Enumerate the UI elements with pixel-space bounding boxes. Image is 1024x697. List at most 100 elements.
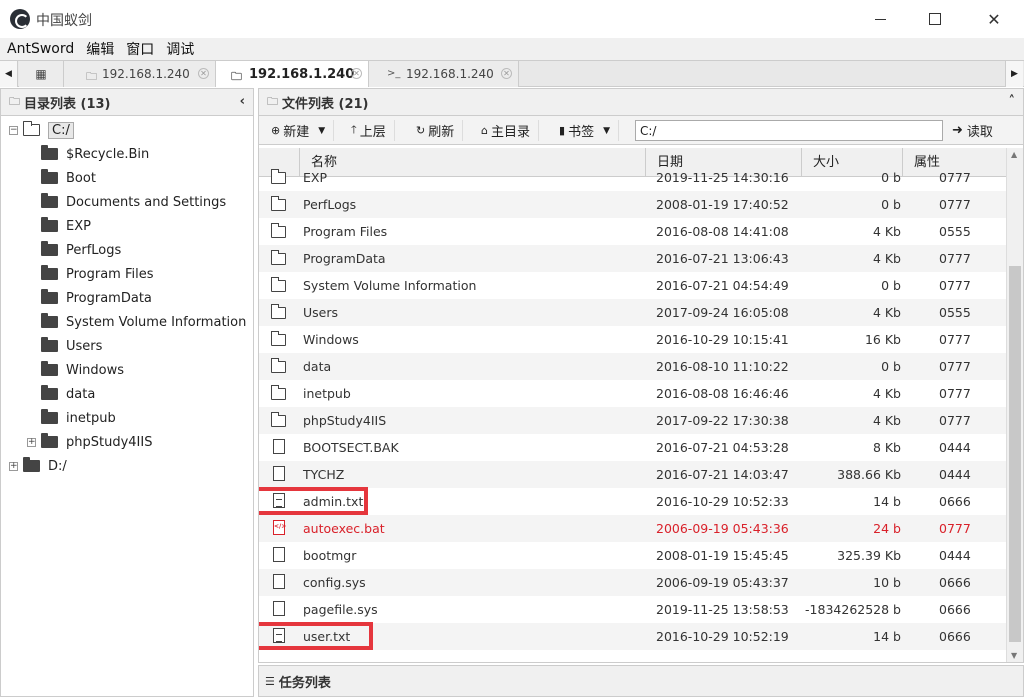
tree-item-label: $Recycle.Bin — [66, 146, 150, 162]
home-button[interactable]: ⌂ 主目录 — [473, 120, 539, 141]
home-icon: ⌂ — [481, 124, 488, 137]
file-row[interactable]: PerfLogs 2008-01-19 17:40:52 0 b 0777 — [259, 191, 1006, 218]
file-attr: 0777 — [939, 332, 971, 347]
refresh-button[interactable]: ↻ 刷新 — [408, 120, 464, 141]
folder-icon — [271, 412, 287, 428]
file-row[interactable]: EXP 2019-11-25 14:30:16 0 b 0777 — [259, 164, 1006, 191]
file-size: 0 b — [881, 170, 901, 185]
file-attr: 0666 — [939, 629, 971, 644]
task-panel-title: 任务列表 — [278, 675, 331, 691]
file-size: 0 b — [881, 197, 901, 212]
scroll-down-icon[interactable]: ▼ — [1011, 651, 1017, 660]
tree-collapse-icon[interactable]: − — [9, 126, 18, 135]
up-button[interactable]: 🡑 上层 — [343, 120, 395, 141]
task-panel[interactable]: ☰ 任务列表 — [258, 665, 1024, 697]
menu-bar: AntSword 编辑 窗口 调试 — [0, 38, 1024, 60]
file-date: 2016-08-08 14:41:08 — [656, 224, 789, 239]
tree-item[interactable]: System Volume Information — [41, 312, 246, 332]
tab-connection-1[interactable]: 🗀 192.168.1.240 ✕ — [64, 61, 216, 87]
tree-item[interactable]: ProgramData — [41, 288, 152, 308]
folder-icon — [41, 385, 58, 400]
menu-antsword[interactable]: AntSword — [7, 41, 74, 57]
file-panel-header: 🗀 文件列表 (21) ˄ — [259, 89, 1023, 116]
file-row[interactable]: phpStudy4IIS 2017-09-22 17:30:38 4 Kb 0777 — [259, 407, 1006, 434]
folder-icon — [23, 457, 40, 472]
file-name: pagefile.sys — [303, 602, 378, 617]
tree-item[interactable]: Users — [41, 336, 102, 356]
file-attr: 0777 — [939, 278, 971, 293]
tab-scroll-left-button[interactable]: ◀ — [0, 61, 18, 87]
collapse-left-icon[interactable]: ‹ — [240, 94, 245, 109]
file-attr: 0777 — [939, 359, 971, 374]
folder-icon — [271, 169, 287, 185]
menu-debug[interactable]: 调试 — [166, 39, 194, 59]
tab-scroll-right-button[interactable]: ▶ — [1005, 61, 1023, 87]
file-size: 4 Kb — [872, 413, 901, 428]
tree-item[interactable]: phpStudy4IIS — [41, 432, 152, 452]
file-row[interactable]: data 2016-08-10 11:10:22 0 b 0777 — [259, 353, 1006, 380]
tree-item[interactable]: $Recycle.Bin — [41, 144, 149, 164]
file-row[interactable]: pagefile.sys 2019-11-25 13:58:53 -18342625… — [259, 596, 1006, 623]
tree-item-label: PerfLogs — [66, 242, 122, 258]
file-row[interactable]: autoexec.bat 2006-09-19 05:43:36 24 b 0777 — [259, 515, 1006, 542]
file-name: Users — [303, 305, 339, 320]
home-button-label: 主目录 — [490, 125, 530, 140]
scrollbar-thumb[interactable] — [1009, 266, 1021, 642]
tree-item[interactable]: Windows — [41, 360, 124, 380]
chevron-down-icon: ▼ — [318, 125, 326, 136]
tab-connection-2-active[interactable]: 🗀 192.168.1.240 ✕ — [216, 61, 369, 87]
tree-item[interactable]: Documents and Settings — [41, 192, 226, 212]
file-row[interactable]: inetpub 2016-08-08 16:46:46 4 Kb 0777 — [259, 380, 1006, 407]
file-row[interactable]: Windows 2016-10-29 10:15:41 16 Kb 0777 — [259, 326, 1006, 353]
tree-item[interactable]: inetpub — [41, 408, 116, 428]
scroll-up-icon[interactable]: ▲ — [1011, 150, 1017, 159]
file-row[interactable]: config.sys 2006-09-19 05:43:37 10 b 0666 — [259, 569, 1006, 596]
plus-circle-icon: ⊕ — [271, 124, 281, 137]
file-row[interactable]: bootmgr 2008-01-19 15:45:45 325.39 Kb 0444 — [259, 542, 1006, 569]
tab-label: 192.168.1.240 — [406, 67, 494, 81]
tree-item[interactable]: PerfLogs — [41, 240, 121, 260]
file-attr: 0777 — [939, 521, 971, 536]
read-button[interactable]: ➜ 读取 — [952, 120, 993, 141]
collapse-up-icon[interactable]: ˄ — [1009, 94, 1016, 109]
tree-item[interactable]: Boot — [41, 168, 96, 188]
file-row[interactable]: BOOTSECT.BAK 2016-07-21 04:53:28 8 Kb 0444 — [259, 434, 1006, 461]
file-date: 2008-01-19 17:40:52 — [656, 197, 789, 212]
tab-home[interactable]: ▦ — [19, 61, 64, 87]
new-button[interactable]: ⊕ 新建 ▼ — [263, 120, 335, 141]
tree-item[interactable]: data — [41, 384, 95, 404]
minimize-button[interactable] — [850, 0, 910, 38]
tree-item-c-root[interactable]: C:/ — [23, 120, 74, 140]
file-row[interactable]: Program Files 2016-08-08 14:41:08 4 Kb 0555 — [259, 218, 1006, 245]
file-date: 2016-07-21 04:53:28 — [656, 440, 789, 455]
file-row[interactable]: Users 2017-09-24 16:05:08 4 Kb 0555 — [259, 299, 1006, 326]
file-row[interactable]: TYCHZ 2016-07-21 14:03:47 388.66 Kb 0444 — [259, 461, 1006, 488]
folder-icon — [41, 409, 58, 424]
tab-close-icon[interactable]: ✕ — [501, 68, 512, 79]
menu-edit[interactable]: 编辑 — [86, 39, 114, 59]
tree-item[interactable]: EXP — [41, 216, 91, 236]
code-file-icon — [271, 520, 287, 536]
file-grid-scrollbar[interactable]: ▲ ▼ — [1006, 148, 1023, 662]
menu-window[interactable]: 窗口 — [126, 39, 154, 59]
tree-item-d-root[interactable]: D:/ — [23, 456, 67, 476]
maximize-button[interactable] — [905, 0, 965, 38]
file-row[interactable]: ProgramData 2016-07-21 13:06:43 4 Kb 0777 — [259, 245, 1006, 272]
path-input[interactable] — [635, 120, 943, 141]
close-button[interactable]: ✕ — [964, 0, 1024, 38]
folder-icon — [41, 337, 58, 352]
highlight-box — [259, 487, 368, 515]
file-row[interactable]: System Volume Information 2016-07-21 04:5… — [259, 272, 1006, 299]
file-attr: 0444 — [939, 440, 971, 455]
tree-item[interactable]: Program Files — [41, 264, 154, 284]
file-date: 2019-11-25 13:58:53 — [656, 602, 789, 617]
file-size: 4 Kb — [872, 224, 901, 239]
tab-close-icon[interactable]: ✕ — [351, 68, 362, 79]
tab-close-icon[interactable]: ✕ — [198, 68, 209, 79]
tree-expand-icon[interactable]: + — [9, 462, 18, 471]
tab-terminal[interactable]: >_ 192.168.1.240 ✕ — [369, 61, 519, 87]
tree-expand-icon[interactable]: + — [27, 438, 36, 447]
file-row[interactable]: admin.txt 2016-10-29 10:52:33 14 b 0666 — [259, 488, 1006, 515]
bookmark-button[interactable]: ▮ 书签 ▼ — [551, 120, 619, 141]
icon-shape — [271, 277, 286, 292]
